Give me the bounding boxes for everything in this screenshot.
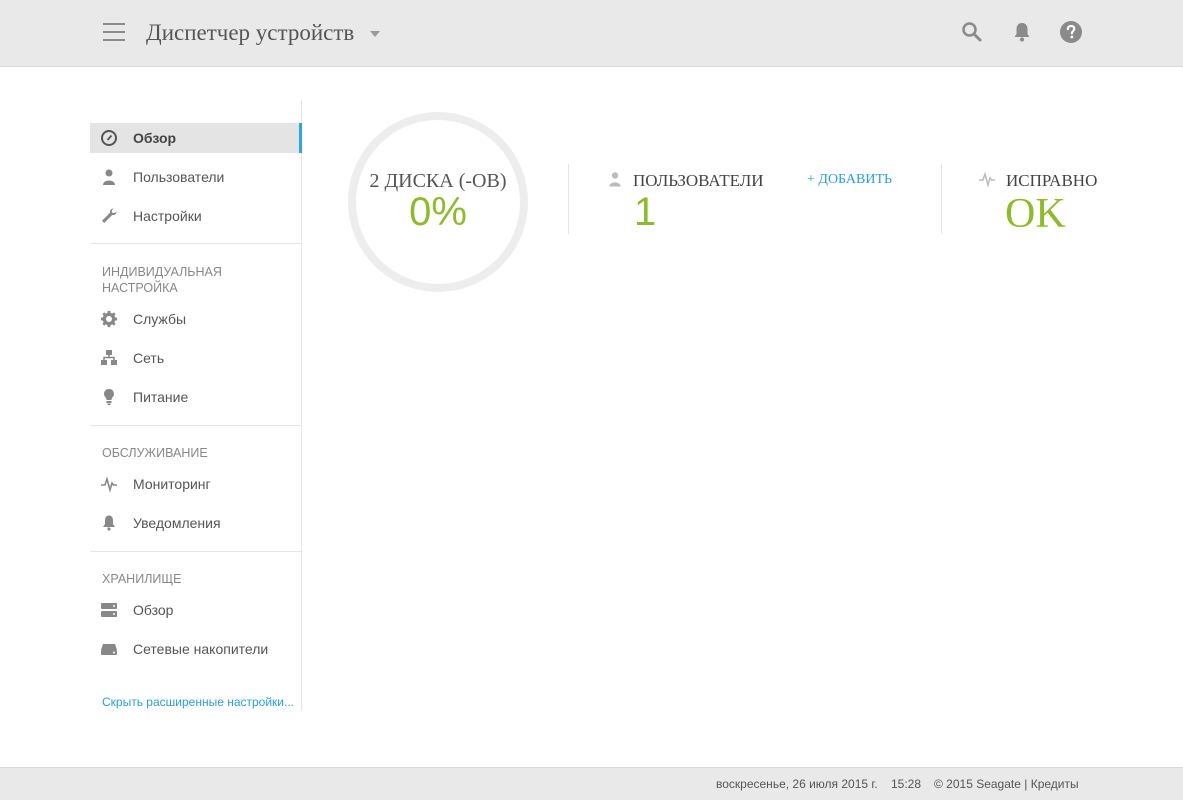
users-stat-title: Пользователи [633, 171, 764, 190]
pulse-icon [101, 476, 117, 493]
sidebar-item-label: Обзор [133, 602, 174, 618]
chevron-down-icon[interactable] [370, 31, 380, 37]
user-icon [103, 169, 115, 185]
users-count-value: 1 [634, 190, 657, 234]
footer: воскресенье, 26 июля 2015 г. 15:28 © 201… [0, 767, 1183, 800]
sidebar-item-nas[interactable]: Сетевые накопители [90, 634, 302, 664]
copyright-text: © 2015 Seagate [934, 777, 1021, 791]
sidebar-item-users[interactable]: Пользователи [90, 162, 302, 192]
add-user-link[interactable]: + Добавить [807, 172, 892, 188]
footer-separator: | [1024, 777, 1028, 791]
stat-separator [941, 164, 942, 234]
footer-time: 15:28 [891, 777, 922, 791]
sidebar-item-settings[interactable]: Настройки [90, 201, 302, 231]
nas-icon [101, 644, 117, 655]
section-title-maintenance: Обслуживание [102, 446, 208, 460]
sidebar: Обзор Пользователи Настройки Индивидуаль… [90, 100, 302, 710]
sidebar-divider [90, 551, 302, 552]
sidebar-item-label: Уведомления [133, 515, 221, 531]
sidebar-item-notifications[interactable]: Уведомления [90, 508, 302, 538]
sidebar-item-label: Пользователи [133, 169, 225, 185]
health-status-value: OK [1005, 191, 1066, 237]
footer-date: воскресенье, 26 июля 2015 г. [716, 777, 878, 791]
page-title: Диспетчер устройств [146, 20, 355, 45]
sidebar-item-label: Сеть [133, 350, 165, 366]
gear-icon [100, 310, 118, 328]
bulb-icon [104, 389, 114, 405]
sidebar-divider [90, 243, 302, 244]
section-title-line: настройка [102, 281, 178, 295]
sidebar-item-label: Питание [133, 389, 189, 405]
storage-icon [101, 603, 117, 617]
hide-advanced-settings-link[interactable]: Скрыть расширенные настройки... [102, 695, 294, 709]
sidebar-item-services[interactable]: Службы [90, 304, 302, 334]
menu-icon[interactable] [103, 23, 125, 41]
footer-copyright: © 2015 Seagate | Кредиты [934, 777, 1079, 791]
sidebar-item-label: Сетевые накопители [133, 641, 269, 657]
sidebar-item-monitoring[interactable]: Мониторинг [90, 469, 302, 499]
sidebar-item-label: Службы [133, 311, 187, 327]
credits-link[interactable]: Кредиты [1031, 777, 1079, 791]
bell-icon [103, 515, 115, 531]
sidebar-divider [90, 425, 302, 426]
health-stat-title: Исправно [1006, 171, 1098, 190]
stat-separator [568, 164, 569, 234]
sidebar-item-power[interactable]: Питание [90, 382, 302, 412]
sidebar-item-network[interactable]: Сеть [90, 343, 302, 373]
section-title-custom: Индивидуальная настройка [102, 264, 222, 296]
dashboard-icon [101, 130, 117, 146]
section-title-line: Индивидуальная [102, 265, 222, 279]
sidebar-item-label: Обзор [133, 130, 177, 146]
user-icon [609, 172, 621, 187]
disk-usage-value: 0% [409, 190, 467, 234]
bell-icon[interactable] [1010, 20, 1034, 44]
network-icon [101, 350, 117, 365]
sidebar-item-label: Мониторинг [133, 476, 211, 492]
sidebar-item-storage-overview[interactable]: Обзор [90, 595, 302, 625]
section-title-storage: Хранилище [102, 572, 182, 586]
help-icon[interactable] [1059, 20, 1083, 44]
search-icon[interactable] [960, 20, 984, 44]
top-header: Диспетчер устройств [0, 0, 1183, 67]
sidebar-item-label: Настройки [133, 208, 202, 224]
sidebar-item-overview[interactable]: Обзор [90, 123, 302, 153]
pulse-icon [979, 171, 995, 187]
wrench-icon [102, 208, 117, 223]
